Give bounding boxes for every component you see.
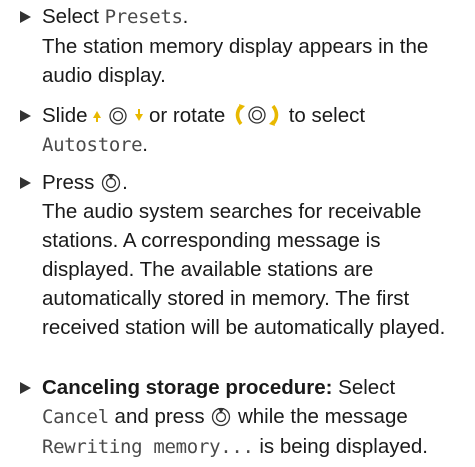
step-4: Canceling storage procedure: Select Canc… [20,373,470,462]
step-4-heading: Canceling storage procedure: [42,376,333,399]
step-4-text-pre: Select [332,376,396,399]
instruction-page: Select Presets. The station memory displ… [0,0,475,467]
press-controller-icon [100,172,122,194]
press-controller-icon [210,406,232,428]
step-4-code-rewriting: Rewriting memory... [42,436,254,458]
step-2-text-pre: Slide [42,104,94,127]
step-4-text-post: is being displayed. [253,435,429,458]
step-1-code: Presets [104,6,183,28]
step-1-text-pre: Select [42,5,105,28]
step-2-text-post: . [142,133,148,156]
step-2-code: Autostore [42,134,143,156]
step-2-text-mid2: to select [283,104,366,127]
step-2: Slide or rotate to select Autostore. [20,101,470,160]
rotate-controller-icon [231,103,283,127]
step-2-text-mid: or rotate [143,104,232,127]
triangle-bullet-icon [20,2,42,31]
step-3: Press . The audio system searches for re… [20,168,470,342]
triangle-bullet-icon [20,168,42,197]
step-4-text-mid2: while the message [232,405,408,428]
step-3-result: The audio system searches for receivable… [42,200,446,339]
step-1-text-post: . [182,5,189,28]
step-3-text-pre: Press [42,171,101,194]
slide-up-down-controller-icon [93,105,144,127]
step-4-text-mid: and press [108,405,211,428]
triangle-bullet-icon [20,101,42,130]
step-1: Select Presets. The station memory displ… [20,2,470,90]
step-1-result: The station memory display appears in th… [42,35,429,87]
step-3-text-post: . [122,171,128,194]
triangle-bullet-icon [20,373,42,402]
step-4-code-cancel: Cancel [42,406,109,428]
